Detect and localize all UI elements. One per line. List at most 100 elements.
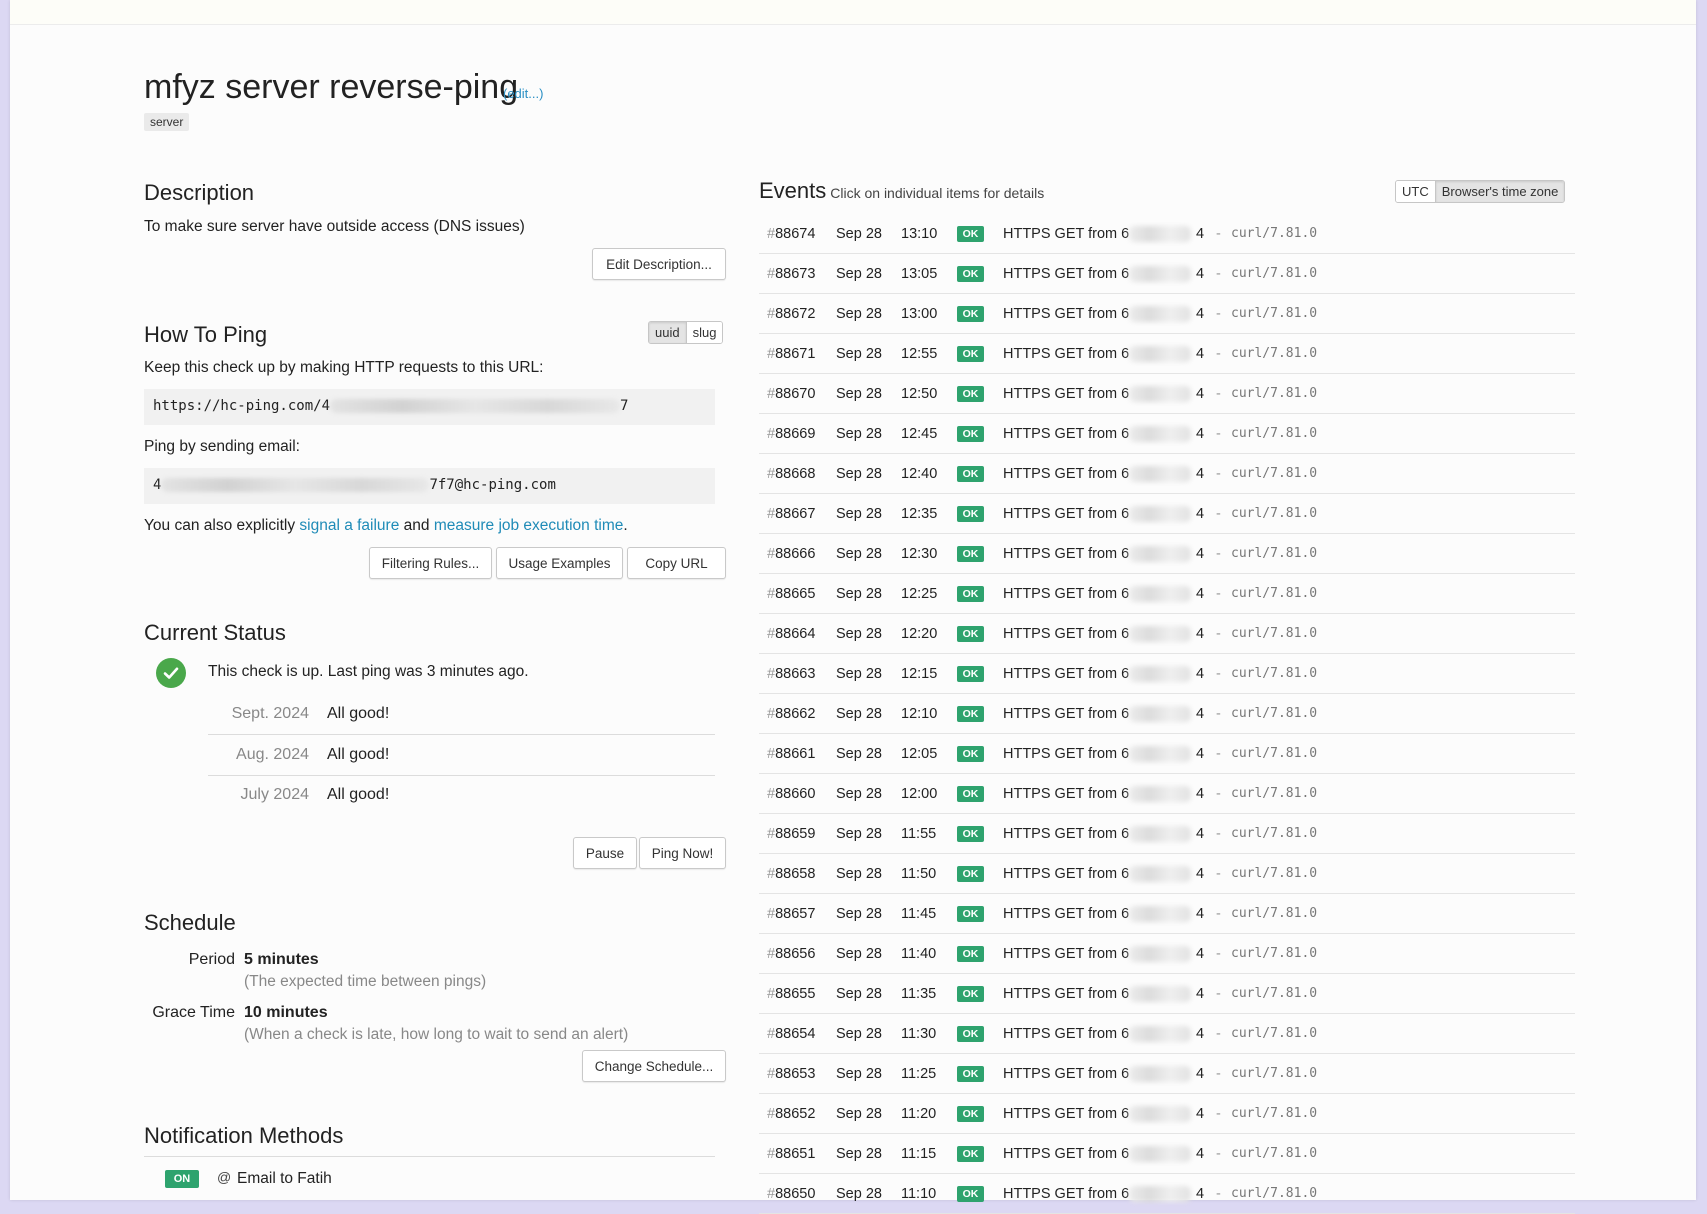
hash-symbol: # [767,745,776,762]
event-row[interactable]: #88663 Sep 28 12:15 OK HTTPS GET from 6 4- cur… [759,654,1575,694]
usage-examples-button[interactable]: Usage Examples [496,547,623,579]
event-description: HTTPS GET from 6 [1003,745,1130,762]
ping-now-button[interactable]: Ping Now! [639,837,726,869]
event-row[interactable]: #88654 Sep 28 11:30 OK HTTPS GET from 6 4- cur… [759,1014,1575,1054]
event-description: HTTPS GET from 6 [1003,385,1130,402]
event-row[interactable]: #88656 Sep 28 11:40 OK HTTPS GET from 6 4- cur… [759,934,1575,974]
event-time: 11:25 [901,1065,937,1082]
event-ip-end: 4 [1196,705,1205,722]
slug-toggle-button[interactable]: slug [685,322,723,343]
event-row[interactable]: #88650 Sep 28 11:10 OK HTTPS GET from 6 4- cur… [759,1174,1575,1214]
event-row[interactable]: #88668 Sep 28 12:40 OK HTTPS GET from 6 4- cur… [759,454,1575,494]
event-row[interactable]: #88658 Sep 28 11:50 OK HTTPS GET from 6 4- cur… [759,854,1575,894]
event-description: HTTPS GET from 6 [1003,985,1130,1002]
separator: - [1216,865,1221,882]
event-user-agent: curl/7.81.0 [1231,946,1318,961]
redacted-ip [1129,866,1191,882]
month-status: All good! [327,786,390,803]
event-row[interactable]: #88655 Sep 28 11:35 OK HTTPS GET from 6 4- cur… [759,974,1575,1014]
tag-badge[interactable]: server [144,113,190,131]
browser-timezone-toggle-button[interactable]: Browser's time zone [1434,181,1565,202]
event-description: HTTPS GET from 6 [1003,305,1130,322]
separator: - [1216,985,1221,1002]
event-row[interactable]: #88652 Sep 28 11:20 OK HTTPS GET from 6 4- cur… [759,1094,1575,1134]
event-number-value: 88663 [775,665,816,682]
event-row[interactable]: #88672 Sep 28 13:00 OK HTTPS GET from 6 4- cur… [759,294,1575,334]
event-user-agent: curl/7.81.0 [1231,746,1318,761]
event-row[interactable]: #88653 Sep 28 11:25 OK HTTPS GET from 6 4- cur… [759,1054,1575,1094]
event-date: Sep 28 [836,865,882,882]
redacted-ip [1129,946,1191,962]
separator: - [1216,385,1221,402]
ping-email-prefix: 4 [153,477,162,493]
event-row[interactable]: #88661 Sep 28 12:05 OK HTTPS GET from 6 4- cur… [759,734,1575,774]
redacted-ip [1129,746,1191,762]
event-row[interactable]: #88651 Sep 28 11:15 OK HTTPS GET from 6 4- cur… [759,1134,1575,1174]
ping-url-box[interactable]: https://hc-ping.com/4 7 [144,389,715,425]
redacted-ip [1129,346,1191,362]
event-number: #88655 [767,986,815,1002]
event-number-value: 88674 [775,225,816,242]
separator: - [1216,825,1221,842]
ok-badge: OK [957,986,984,1002]
event-row[interactable]: #88670 Sep 28 12:50 OK HTTPS GET from 6 4- cur… [759,374,1575,414]
description-text: To make sure server have outside access … [144,218,525,235]
event-user-agent: curl/7.81.0 [1231,1146,1318,1161]
event-date: Sep 28 [836,505,882,522]
hash-symbol: # [767,705,776,722]
event-number-value: 88664 [775,625,816,642]
event-row[interactable]: #88669 Sep 28 12:45 OK HTTPS GET from 6 4- cur… [759,414,1575,454]
event-row[interactable]: #88665 Sep 28 12:25 OK HTTPS GET from 6 4- cur… [759,574,1575,614]
event-date: Sep 28 [836,225,882,242]
pause-button[interactable]: Pause [573,837,637,869]
event-number-value: 88654 [775,1025,816,1042]
event-time: 12:20 [901,625,938,642]
hash-symbol: # [767,265,776,282]
event-row[interactable]: #88667 Sep 28 12:35 OK HTTPS GET from 6 4- cur… [759,494,1575,534]
event-date: Sep 28 [836,945,882,962]
period-value: 5 minutes [244,951,319,968]
event-row[interactable]: #88660 Sep 28 12:00 OK HTTPS GET from 6 4- cur… [759,774,1575,814]
redacted-ip [1129,1026,1191,1042]
edit-check-link[interactable]: (edit...) [503,86,543,101]
event-date: Sep 28 [836,1105,882,1122]
event-number: #88654 [767,1026,815,1042]
event-row[interactable]: #88673 Sep 28 13:05 OK HTTPS GET from 6 4- cur… [759,254,1575,294]
event-row[interactable]: #88657 Sep 28 11:45 OK HTTPS GET from 6 4- cur… [759,894,1575,934]
event-number-value: 88655 [775,985,816,1002]
copy-url-button[interactable]: Copy URL [627,547,726,579]
event-description: HTTPS GET from 6 [1003,265,1130,282]
event-ip-end: 4 [1196,385,1205,402]
month-label: Aug. 2024 [236,746,309,763]
signal-failure-link[interactable]: signal a failure [299,517,399,534]
measure-execution-link[interactable]: measure job execution time [434,517,624,534]
separator: - [1216,905,1221,922]
event-row[interactable]: #88664 Sep 28 12:20 OK HTTPS GET from 6 4- cur… [759,614,1575,654]
ping-email-box[interactable]: 4 7f7@hc-ping.com [144,468,715,504]
notification-methods-heading: Notification Methods [144,1123,344,1148]
edit-description-button[interactable]: Edit Description... [592,248,726,280]
change-schedule-button[interactable]: Change Schedule... [582,1050,726,1082]
ok-badge: OK [957,706,984,722]
redacted-ip [1129,1106,1191,1122]
uuid-toggle-button[interactable]: uuid [649,322,686,343]
event-row[interactable]: #88659 Sep 28 11:55 OK HTTPS GET from 6 4- cur… [759,814,1575,854]
hash-symbol: # [767,945,776,962]
utc-toggle-button[interactable]: UTC [1396,181,1435,202]
notification-on-toggle[interactable]: ON [165,1170,199,1188]
filtering-rules-button[interactable]: Filtering Rules... [369,547,492,579]
event-number: #88658 [767,866,815,882]
redacted-ip [1129,666,1191,682]
month-status: All good! [327,746,390,763]
event-row[interactable]: #88662 Sep 28 12:10 OK HTTPS GET from 6 4- cur… [759,694,1575,734]
event-row[interactable]: #88671 Sep 28 12:55 OK HTTPS GET from 6 4- cur… [759,334,1575,374]
event-user-agent: curl/7.81.0 [1231,1106,1318,1121]
hash-symbol: # [767,305,776,322]
event-date: Sep 28 [836,1145,882,1162]
event-number-value: 88667 [775,505,816,522]
event-row[interactable]: #88674 Sep 28 13:10 OK HTTPS GET from 6 4- cur… [759,214,1575,254]
ok-badge: OK [957,746,984,762]
event-row[interactable]: #88666 Sep 28 12:30 OK HTTPS GET from 6 4- cur… [759,534,1575,574]
event-time: 12:40 [901,465,938,482]
event-ip-end: 4 [1196,745,1205,762]
